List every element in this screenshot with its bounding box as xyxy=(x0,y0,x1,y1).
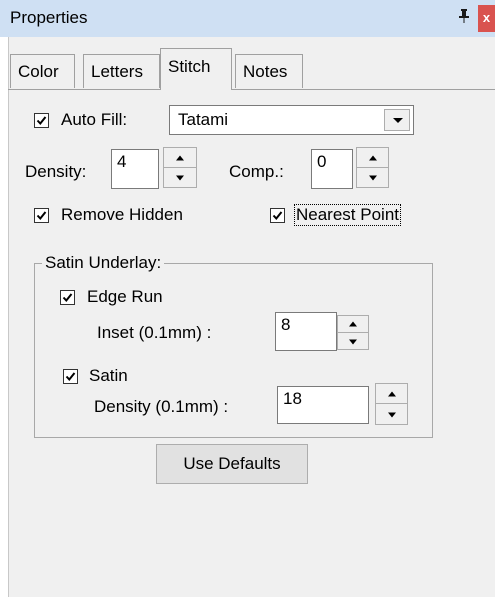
remove-hidden-label: Remove Hidden xyxy=(61,205,183,224)
edge-run-checkbox[interactable] xyxy=(60,290,75,305)
tab-notes[interactable]: Notes xyxy=(235,54,303,88)
spin-up-icon[interactable] xyxy=(164,148,196,168)
remove-hidden-checkbox[interactable] xyxy=(34,208,49,223)
spin-up-icon[interactable] xyxy=(376,384,407,404)
checkmark-icon xyxy=(62,293,73,303)
checkmark-icon xyxy=(36,211,47,221)
checkmark-icon xyxy=(272,211,283,221)
satin-label: Satin xyxy=(89,366,128,385)
density-field[interactable]: 4 xyxy=(111,149,159,189)
satin-density-label: Density (0.1mm) : xyxy=(94,397,229,416)
spin-down-icon[interactable] xyxy=(357,168,388,188)
inset-spinner[interactable] xyxy=(337,315,369,350)
spin-down-icon[interactable] xyxy=(338,333,368,350)
spin-up-icon[interactable] xyxy=(357,148,388,168)
checkmark-icon xyxy=(36,116,47,126)
close-icon[interactable]: x xyxy=(478,5,495,32)
comp-field[interactable]: 0 xyxy=(311,149,353,189)
tab-letters[interactable]: Letters xyxy=(83,54,160,88)
comp-spinner[interactable] xyxy=(356,147,389,188)
satin-underlay-legend: Satin Underlay: xyxy=(42,253,165,273)
density-label: Density: xyxy=(25,162,87,181)
inset-label: Inset (0.1mm) : xyxy=(97,323,212,342)
pin-icon[interactable] xyxy=(458,9,470,26)
satin-density-spinner[interactable] xyxy=(375,383,408,425)
edge-run-label: Edge Run xyxy=(87,287,163,306)
checkmark-icon xyxy=(65,372,76,382)
tab-color[interactable]: Color xyxy=(10,54,75,88)
spin-down-icon[interactable] xyxy=(376,404,407,425)
satin-checkbox[interactable] xyxy=(63,369,78,384)
spin-down-icon[interactable] xyxy=(164,168,196,188)
auto-fill-value: Tatami xyxy=(178,110,229,129)
nearest-point-label: Nearest Point xyxy=(294,204,401,226)
density-spinner[interactable] xyxy=(163,147,197,188)
auto-fill-checkbox[interactable] xyxy=(34,113,49,128)
tab-stitch[interactable]: Stitch xyxy=(160,48,232,90)
dropdown-arrow-icon[interactable] xyxy=(384,109,410,131)
auto-fill-select[interactable]: Tatami xyxy=(169,105,414,135)
comp-label: Comp.: xyxy=(229,162,284,181)
inset-field[interactable]: 8 xyxy=(275,312,337,351)
close-glyph: x xyxy=(482,10,491,25)
use-defaults-button[interactable]: Use Defaults xyxy=(156,444,308,484)
panel-title: Properties xyxy=(10,8,88,27)
satin-density-field[interactable]: 18 xyxy=(277,386,369,424)
auto-fill-label: Auto Fill: xyxy=(61,110,128,129)
spin-up-icon[interactable] xyxy=(338,316,368,333)
nearest-point-checkbox[interactable] xyxy=(270,208,285,223)
tab-strip-border xyxy=(8,89,495,90)
